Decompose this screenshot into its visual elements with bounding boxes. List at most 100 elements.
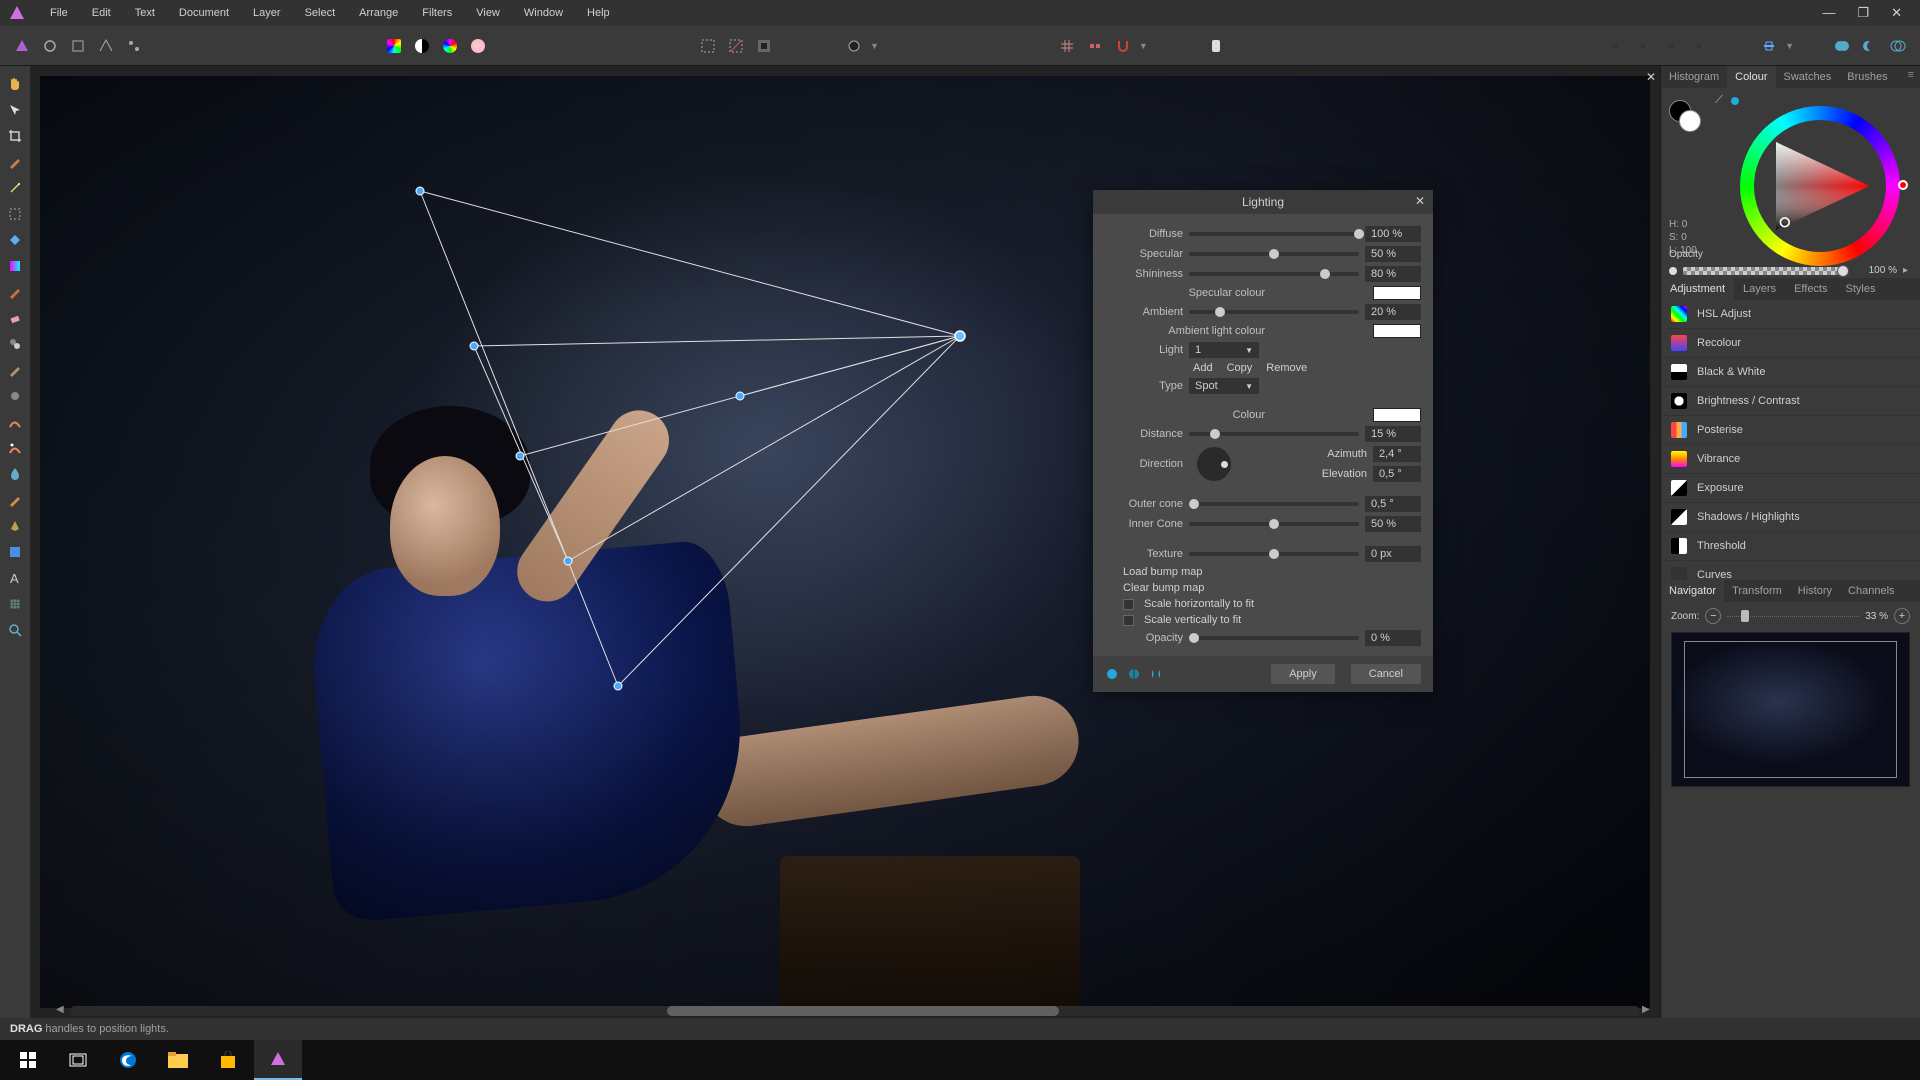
zoom-in-button[interactable]: +	[1894, 608, 1910, 624]
edge-icon[interactable]	[104, 1040, 152, 1080]
specular-slider[interactable]	[1189, 252, 1359, 256]
boolean-add-icon[interactable]	[1830, 34, 1854, 58]
selection-rect-icon[interactable]	[696, 34, 720, 58]
dropdown-caret-icon[interactable]: ▸	[1903, 265, 1908, 276]
selection-brush-icon[interactable]	[5, 152, 25, 172]
gradient-tool-icon[interactable]	[5, 256, 25, 276]
adjustment-item[interactable]: Curves	[1661, 561, 1920, 580]
light-dropdown[interactable]: 1▼	[1189, 342, 1259, 358]
overlay-gradient-icon[interactable]	[5, 438, 25, 458]
erase-tool-icon[interactable]	[5, 308, 25, 328]
dropdown-caret-icon[interactable]: ▼	[870, 41, 879, 51]
inner-cone-slider[interactable]	[1189, 522, 1359, 526]
menu-document[interactable]: Document	[167, 0, 241, 26]
azimuth-value[interactable]: 2,4 °	[1373, 446, 1421, 462]
adjustment-item[interactable]: Brightness / Contrast	[1661, 387, 1920, 416]
opacity-thumb-icon[interactable]	[1669, 267, 1677, 275]
clear-bump-button[interactable]: Clear bump map	[1123, 582, 1204, 594]
preset-1-icon[interactable]	[1105, 667, 1119, 681]
minimize-icon[interactable]: —	[1816, 5, 1841, 21]
assistant-icon[interactable]	[1204, 34, 1228, 58]
store-icon[interactable]	[204, 1040, 252, 1080]
distance-slider[interactable]	[1189, 432, 1359, 436]
dlg-opacity-slider[interactable]	[1189, 636, 1359, 640]
close-icon[interactable]: ✕	[1885, 5, 1908, 21]
paint-brush-icon[interactable]	[5, 282, 25, 302]
inner-cone-value[interactable]: 50 %	[1365, 516, 1421, 532]
adjustment-item[interactable]: Vibrance	[1661, 445, 1920, 474]
start-button[interactable]	[4, 1040, 52, 1080]
menu-help[interactable]: Help	[575, 0, 622, 26]
direction-widget[interactable]	[1197, 447, 1231, 481]
menu-edit[interactable]: Edit	[80, 0, 123, 26]
light-colour-swatch[interactable]	[1373, 408, 1421, 422]
ambient-colour-swatch[interactable]	[1373, 324, 1421, 338]
clone-tool-icon[interactable]	[5, 334, 25, 354]
adjustment-item[interactable]: Threshold	[1661, 532, 1920, 561]
magic-wand-icon[interactable]	[5, 178, 25, 198]
hand-tool-icon[interactable]	[5, 74, 25, 94]
fg-bg-swatch[interactable]	[1669, 100, 1691, 122]
texture-value[interactable]: 0 px	[1365, 546, 1421, 562]
tab-history[interactable]: History	[1790, 580, 1840, 602]
adjustment-item[interactable]: Shadows / Highlights	[1661, 503, 1920, 532]
crop-tool-icon[interactable]	[5, 126, 25, 146]
colour-chip-icon[interactable]	[1731, 97, 1739, 105]
shape-tool-icon[interactable]	[5, 542, 25, 562]
snap-icon[interactable]	[1083, 34, 1107, 58]
swatch-bw-icon[interactable]	[410, 34, 434, 58]
zoom-tool-icon[interactable]	[5, 620, 25, 640]
adjustment-item[interactable]: HSL Adjust	[1661, 300, 1920, 329]
specular-colour-swatch[interactable]	[1373, 286, 1421, 300]
task-view-button[interactable]	[54, 1040, 102, 1080]
texture-slider[interactable]	[1189, 552, 1359, 556]
arrange-backward-icon[interactable]: ▫	[1631, 34, 1655, 58]
scroll-left-icon[interactable]: ◀	[56, 1004, 68, 1016]
distance-value[interactable]: 15 %	[1365, 426, 1421, 442]
dialog-close-icon[interactable]: ✕	[1415, 194, 1425, 208]
boolean-subtract-icon[interactable]	[1858, 34, 1882, 58]
tab-layers[interactable]: Layers	[1734, 278, 1785, 300]
navigator-thumbnail[interactable]	[1671, 632, 1910, 787]
boolean-intersect-icon[interactable]	[1886, 34, 1910, 58]
arrange-forward-icon[interactable]: ▫	[1659, 34, 1683, 58]
swatch-hue-icon[interactable]	[438, 34, 462, 58]
copy-light-button[interactable]: Copy	[1227, 362, 1253, 374]
persona-develop-icon[interactable]	[66, 34, 90, 58]
ambient-slider[interactable]	[1189, 310, 1359, 314]
apply-button[interactable]: Apply	[1271, 664, 1335, 684]
adjustment-item[interactable]: Recolour	[1661, 329, 1920, 358]
menu-select[interactable]: Select	[293, 0, 348, 26]
tab-brushes[interactable]: Brushes	[1839, 66, 1895, 88]
scale-v-checkbox[interactable]	[1123, 615, 1134, 626]
diffuse-slider[interactable]	[1189, 232, 1359, 236]
adjustment-item[interactable]: Black & White	[1661, 358, 1920, 387]
preset-2-icon[interactable]	[1127, 667, 1141, 681]
hue-handle[interactable]	[1898, 180, 1908, 190]
move-tool-icon[interactable]	[5, 100, 25, 120]
selection-invert-icon[interactable]	[752, 34, 776, 58]
retouch-tool-icon[interactable]	[5, 490, 25, 510]
tab-effects[interactable]: Effects	[1785, 278, 1836, 300]
scale-h-checkbox[interactable]	[1123, 599, 1134, 610]
arrange-back-icon[interactable]: ▫	[1603, 34, 1627, 58]
grid-icon[interactable]	[1055, 34, 1079, 58]
outer-cone-value[interactable]: 0,5 °	[1365, 496, 1421, 512]
persona-liquify-icon[interactable]	[38, 34, 62, 58]
quickmask-icon[interactable]	[842, 34, 866, 58]
menu-view[interactable]: View	[464, 0, 512, 26]
tab-histogram[interactable]: Histogram	[1661, 66, 1727, 88]
swatch-soft-icon[interactable]	[466, 34, 490, 58]
tab-adjustment[interactable]: Adjustment	[1661, 278, 1734, 300]
overlay-paint-icon[interactable]	[5, 412, 25, 432]
document-close-icon[interactable]: ✕	[1646, 70, 1656, 84]
text-tool-icon[interactable]: A	[5, 568, 25, 588]
adjustment-item[interactable]: Exposure	[1661, 474, 1920, 503]
colour-triangle[interactable]	[1762, 128, 1878, 244]
mesh-tool-icon[interactable]	[5, 594, 25, 614]
selection-none-icon[interactable]	[724, 34, 748, 58]
outer-cone-slider[interactable]	[1189, 502, 1359, 506]
elevation-value[interactable]: 0,5 °	[1373, 466, 1421, 482]
zoom-out-button[interactable]: −	[1705, 608, 1721, 624]
lighting-dialog[interactable]: Lighting ✕ Diffuse100 % Specular50 % Shi…	[1093, 190, 1433, 692]
